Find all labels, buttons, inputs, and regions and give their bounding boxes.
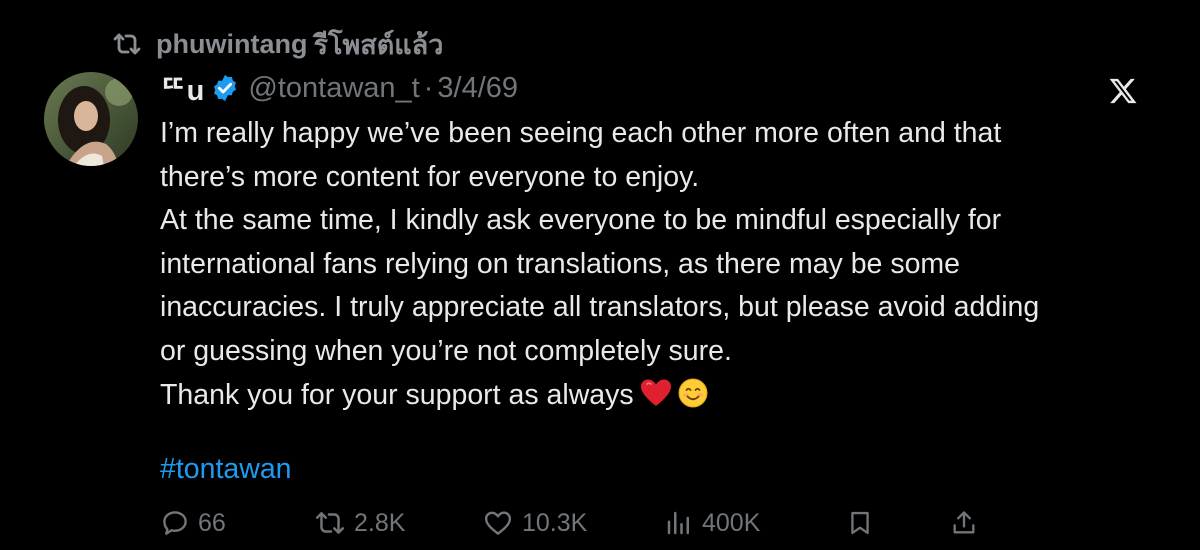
tweet-date[interactable]: 3/4/69: [437, 72, 518, 105]
views-button[interactable]: 400K: [664, 503, 760, 543]
tweet-actions-bar: 66 2.8K 10.3K 400K: [0, 503, 1200, 543]
reply-button[interactable]: 66: [160, 503, 226, 543]
heart-icon: [484, 511, 512, 535]
share-icon: [953, 511, 975, 534]
tweet-line: there’s more content for everyone to enj…: [160, 160, 700, 193]
bookmark-button[interactable]: [846, 503, 874, 543]
tweet-line: or guessing when you’re not completely s…: [160, 334, 732, 367]
tweet-last-line: Thank you for your support as always: [160, 374, 1150, 418]
tweet-header: ᄄu @tontawan_t · 3/4/69: [160, 68, 518, 108]
views-icon: [667, 511, 689, 535]
repost-icon: [315, 512, 345, 534]
tweet-line-text: Thank you for your support as always: [160, 378, 634, 411]
bookmark-icon: [851, 511, 869, 535]
like-count: 10.3K: [522, 508, 588, 537]
repost-indicator[interactable]: phuwintang รีโพสต์แล้ว: [112, 26, 443, 62]
header-separator: ·: [423, 71, 434, 104]
author-display-name[interactable]: ᄄu: [160, 67, 204, 109]
verified-badge-icon: [214, 74, 237, 102]
repost-username[interactable]: phuwintang: [156, 29, 307, 60]
reply-icon: [163, 511, 187, 535]
avatar[interactable]: [44, 72, 138, 166]
tweet-body: I’m really happy we’ve been seeing each …: [160, 112, 1150, 417]
red-heart-emoji-icon: [640, 379, 671, 406]
repost-button[interactable]: 2.8K: [314, 503, 405, 543]
like-button[interactable]: 10.3K: [482, 503, 587, 543]
views-count: 400K: [702, 508, 761, 537]
tweet-line: international fans relying on translatio…: [160, 247, 961, 280]
repost-count: 2.8K: [354, 508, 406, 537]
smiling-face-emoji-icon: [678, 378, 708, 408]
repost-label: รีโพสต์แล้ว: [313, 29, 444, 60]
reply-count: 66: [198, 508, 226, 537]
share-button[interactable]: [950, 503, 978, 543]
hashtag-link[interactable]: #tontawan: [160, 448, 292, 491]
author-handle[interactable]: @tontawan_t: [248, 72, 419, 105]
tweet-line: inaccuracies. I truly appreciate all tra…: [160, 291, 1040, 324]
tweet-line: I’m really happy we’ve been seeing each …: [160, 117, 1002, 149]
tweet-line: At the same time, I kindly ask everyone …: [160, 204, 1002, 237]
x-logo-icon: [1109, 78, 1137, 104]
repost-icon: [112, 32, 142, 56]
